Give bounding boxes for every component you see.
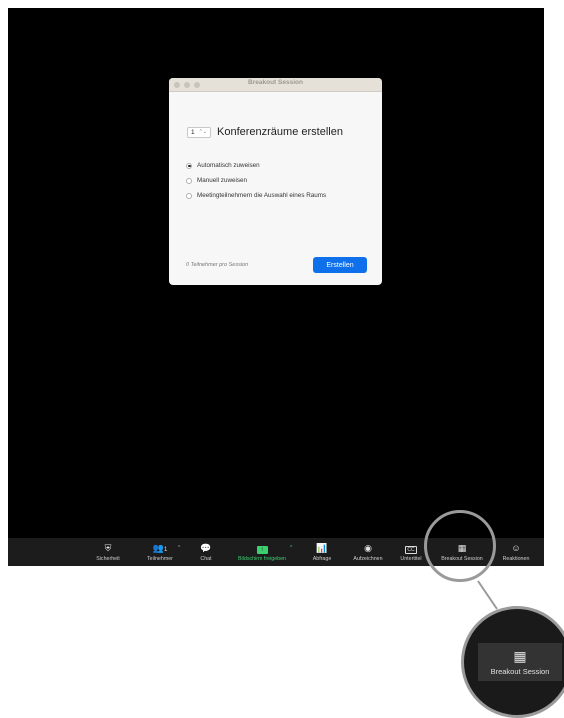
magnified-grid-icon: ▦ xyxy=(513,647,527,664)
connector-line xyxy=(477,580,498,610)
magnified-view: ▦ Breakout Session xyxy=(461,606,564,718)
magnified-breakout-label: Breakout Session xyxy=(490,666,550,676)
magnified-breakout-button: ▦ Breakout Session xyxy=(478,643,562,681)
